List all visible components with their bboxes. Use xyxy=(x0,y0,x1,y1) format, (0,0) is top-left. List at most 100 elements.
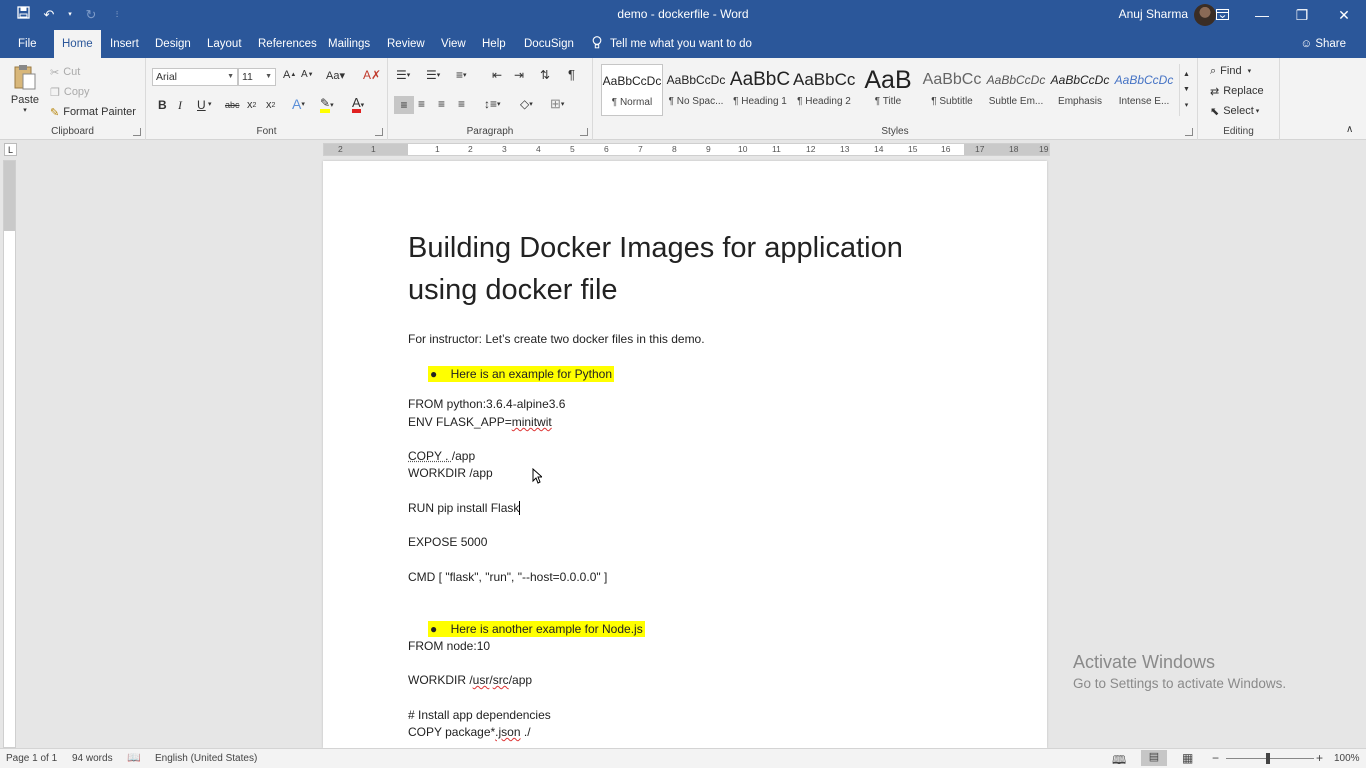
chevron-up-icon[interactable]: ▲ xyxy=(1183,71,1190,78)
minimize-icon[interactable]: — xyxy=(1242,0,1282,30)
format-painter-button[interactable]: ✎ Format Painter xyxy=(50,104,136,120)
tell-me-search[interactable]: Tell me what you want to do xyxy=(592,30,752,58)
zoom-slider-thumb[interactable] xyxy=(1266,753,1270,764)
cursor-icon: ⬉ xyxy=(1210,105,1220,118)
text-effects-icon[interactable]: A ▾ xyxy=(292,96,305,112)
paragraph-launcher-icon[interactable] xyxy=(580,128,588,136)
read-mode-icon[interactable]: 🕮 xyxy=(1112,751,1126,768)
justify-icon[interactable]: ≡ xyxy=(458,97,465,111)
page-count[interactable]: Page 1 of 1 xyxy=(6,753,57,764)
clipboard-launcher-icon[interactable] xyxy=(133,128,141,136)
show-formatting-marks-icon[interactable]: ¶ xyxy=(568,67,575,82)
paragraph-group-label: Paragraph xyxy=(466,126,514,137)
font-name-combo[interactable]: Arial ▼ xyxy=(152,68,238,86)
increase-indent-icon[interactable]: ⇥ xyxy=(514,68,524,82)
style-emphasis[interactable]: AaBbCcDc Emphasis xyxy=(1049,64,1111,116)
bullet-node-text: Here is another example for Node.js xyxy=(450,622,643,636)
paste-button[interactable]: Paste ▾ xyxy=(8,62,42,114)
find-button[interactable]: ⌕ Find ▾ xyxy=(1210,63,1251,79)
zoom-out-icon[interactable]: − xyxy=(1212,751,1219,765)
tab-help[interactable]: Help xyxy=(474,30,514,58)
ribbon-display-options-icon[interactable] xyxy=(1202,0,1242,30)
underline-icon[interactable]: U xyxy=(197,98,206,112)
more-styles-icon[interactable]: ▾ xyxy=(1185,101,1189,109)
code-text: ENV FLASK_APP= xyxy=(408,415,512,429)
user-name[interactable]: Anuj Sharma xyxy=(1119,7,1188,21)
styles-scroll[interactable]: ▲ ▼ ▾ xyxy=(1179,64,1193,116)
highlight-icon[interactable]: ✎ ▾ xyxy=(320,97,334,113)
italic-icon[interactable]: I xyxy=(178,98,182,113)
strikethrough-icon[interactable]: abc xyxy=(225,100,240,110)
multilevel-list-icon[interactable]: ≡ ▾ xyxy=(456,68,467,82)
style-heading-1[interactable]: AaBbC ¶ Heading 1 xyxy=(729,64,791,116)
ruler-label: 11 xyxy=(772,144,781,154)
decrease-indent-icon[interactable]: ⇤ xyxy=(492,68,502,82)
close-icon[interactable]: ✕ xyxy=(1324,0,1364,30)
ruler-label: 4 xyxy=(536,144,541,154)
tab-layout[interactable]: Layout xyxy=(199,30,250,58)
document-page[interactable]: Building Docker Images for application u… xyxy=(323,161,1047,748)
style-heading-2[interactable]: AaBbCc ¶ Heading 2 xyxy=(793,64,855,116)
style-title[interactable]: AaB ¶ Title xyxy=(857,64,919,116)
restore-icon[interactable]: ❐ xyxy=(1282,0,1322,30)
tab-selector-icon[interactable]: L xyxy=(4,143,17,156)
collapse-ribbon-icon[interactable]: ∧ xyxy=(1346,124,1353,135)
align-left-icon[interactable]: ≡ xyxy=(394,96,414,114)
vertical-ruler[interactable] xyxy=(3,160,16,748)
shrink-font-icon[interactable]: A ▼ xyxy=(301,69,314,80)
zoom-level[interactable]: 100% xyxy=(1334,753,1360,764)
tab-insert[interactable]: Insert xyxy=(102,30,147,58)
line-spacing-icon[interactable]: ↕≡ ▾ xyxy=(484,97,501,111)
chevron-down-icon[interactable]: ▾ xyxy=(208,100,212,108)
numbering-icon[interactable]: ☰ ▾ xyxy=(426,68,440,82)
tab-design[interactable]: Design xyxy=(147,30,199,58)
style-intense-emphasis[interactable]: AaBbCcDc Intense E... xyxy=(1113,64,1175,116)
align-center-icon[interactable]: ≡ xyxy=(418,97,425,111)
style-normal[interactable]: AaBbCcDc ¶ Normal xyxy=(601,64,663,116)
word-count[interactable]: 94 words xyxy=(72,753,113,764)
horizontal-ruler[interactable]: 2 1 1 2 3 4 5 6 7 8 9 10 11 12 13 14 15 … xyxy=(323,143,1050,156)
tab-file[interactable]: File xyxy=(10,30,45,58)
styles-launcher-icon[interactable] xyxy=(1185,128,1193,136)
align-right-icon[interactable]: ≡ xyxy=(438,97,445,111)
select-button[interactable]: ⬉ Select ▾ xyxy=(1210,103,1259,119)
clear-formatting-icon[interactable]: A✗ xyxy=(363,68,381,82)
bold-icon[interactable]: B xyxy=(158,98,167,112)
share-button[interactable]: ☺ Share xyxy=(1300,30,1346,58)
print-layout-icon[interactable]: ▤ xyxy=(1141,750,1167,766)
font-color-icon[interactable]: A ▾ xyxy=(352,96,364,113)
borders-icon[interactable]: ⊞ ▾ xyxy=(550,96,564,112)
paragraph-group: ☰ ▾ ☰ ▾ ≡ ▾ ⇤ ⇥ ⇅ ¶ ≡ ≡ ≡ ≡ ↕≡ ▾ ◇ ▾ ⊞ ▾ Parag… xyxy=(388,58,593,140)
superscript-icon[interactable]: x2 xyxy=(266,99,275,111)
style-no-spacing[interactable]: AaBbCcDc ¶ No Spac... xyxy=(665,64,727,116)
font-launcher-icon[interactable] xyxy=(375,128,383,136)
font-size-combo[interactable]: 11 ▼ xyxy=(238,68,276,86)
language[interactable]: English (United States) xyxy=(155,753,257,764)
tab-review[interactable]: Review xyxy=(379,30,433,58)
tab-references[interactable]: References xyxy=(250,30,325,58)
change-case-icon[interactable]: Aa▾ xyxy=(326,69,345,82)
chevron-down-icon[interactable]: ▼ xyxy=(1183,86,1190,93)
style-sample: AaBbCcDc xyxy=(666,73,726,87)
web-layout-icon[interactable]: ▦ xyxy=(1182,751,1193,765)
styles-group-label: Styles xyxy=(881,126,909,137)
bullets-icon[interactable]: ☰ ▾ xyxy=(396,68,410,82)
style-subtle-emphasis[interactable]: AaBbCcDc Subtle Em... xyxy=(985,64,1047,116)
tab-view[interactable]: View xyxy=(433,30,474,58)
shading-icon[interactable]: ◇ ▾ xyxy=(520,97,533,111)
document-heading: Building Docker Images for application u… xyxy=(408,227,968,311)
cut-button[interactable]: ✂ Cut xyxy=(50,64,80,80)
tab-docusign[interactable]: DocuSign xyxy=(516,30,582,58)
copy-button[interactable]: ❐ Copy xyxy=(50,84,90,100)
grow-font-icon[interactable]: A ▲ xyxy=(283,69,296,81)
tab-mailings[interactable]: Mailings xyxy=(320,30,378,58)
tab-home[interactable]: Home xyxy=(54,30,101,58)
zoom-in-icon[interactable]: + xyxy=(1316,751,1323,765)
zoom-slider-track[interactable] xyxy=(1226,758,1314,759)
proofing-icon[interactable]: 📖 xyxy=(127,751,141,764)
subscript-icon[interactable]: x2 xyxy=(247,99,256,111)
style-subtitle[interactable]: AaBbCc ¶ Subtitle xyxy=(921,64,983,116)
sort-icon[interactable]: ⇅ xyxy=(540,68,550,82)
replace-button[interactable]: ⇄ Replace xyxy=(1210,83,1264,99)
replace-icon: ⇄ xyxy=(1210,85,1220,98)
